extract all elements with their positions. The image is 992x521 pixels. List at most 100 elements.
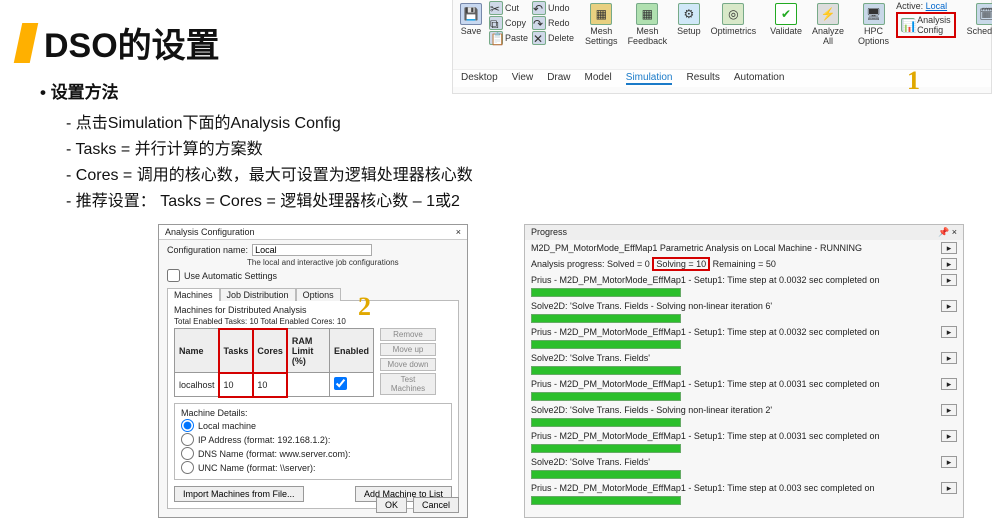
tab-job-dist[interactable]: Job Distribution — [220, 288, 296, 301]
progress-expand-button[interactable]: ▸ — [941, 482, 957, 494]
setup-icon: ⚙ — [678, 3, 700, 25]
progress-expand-button[interactable]: ▸ — [941, 352, 957, 364]
hpc-icon: 🖥 — [863, 3, 885, 25]
copy-button[interactable]: ⧉Copy — [489, 16, 528, 30]
analyze-icon: ⚡ — [817, 3, 839, 25]
mesh-feedback-icon: ▦ — [636, 3, 658, 25]
progress-text: M2D_PM_MotorMode_EffMap1 Parametric Anal… — [531, 243, 862, 253]
progress-bar — [531, 392, 681, 401]
movedown-button[interactable]: Move down — [380, 358, 436, 371]
progress-text: Prius - M2D_PM_MotorMode_EffMap1 - Setup… — [531, 275, 880, 285]
progress-item: Solve2D: 'Solve Trans. Fields' ▸ — [531, 352, 957, 375]
pin-icon[interactable]: 📌 — [938, 227, 949, 237]
paste-button[interactable]: 📋Paste — [489, 31, 528, 45]
tab-options[interactable]: Options — [296, 288, 341, 301]
tab-model[interactable]: Model — [585, 72, 612, 85]
progress-text: Solve2D: 'Solve Trans. Fields' — [531, 353, 650, 363]
cancel-button[interactable]: Cancel — [413, 497, 459, 513]
analyze-all-button[interactable]: ⚡AnalyzeAll — [809, 1, 847, 49]
analysis-config-icon: 📊 — [901, 18, 915, 32]
close-icon[interactable]: × — [952, 227, 957, 237]
solving-highlight: Solving = 10 — [652, 257, 710, 271]
mesh-settings-icon: ▦ — [590, 3, 612, 25]
progress-bar — [531, 470, 681, 479]
validate-button[interactable]: ✔Validate — [767, 1, 805, 39]
analysis-config-button[interactable]: 📊 Analysis Config — [896, 12, 956, 38]
title-text: DSO的设置 — [44, 18, 220, 67]
progress-bar — [531, 314, 681, 323]
progress-expand-button[interactable]: ▸ — [941, 430, 957, 442]
tab-results[interactable]: Results — [686, 72, 719, 85]
undo-button[interactable]: ↶Undo — [532, 1, 574, 15]
clipboard-group: ✂Cut ⧉Copy 📋Paste — [489, 1, 528, 45]
progress-expand-button[interactable]: ▸ — [941, 258, 957, 270]
optimetrics-icon: ◎ — [722, 3, 744, 25]
delete-button[interactable]: ✕Delete — [532, 31, 574, 45]
scheduler-icon: 🗓 — [976, 3, 992, 25]
moveup-button[interactable]: Move up — [380, 343, 436, 356]
progress-expand-button[interactable]: ▸ — [941, 456, 957, 468]
table-row[interactable]: localhost 10 10 — [175, 373, 374, 397]
save-button[interactable]: 💾 Save — [457, 1, 485, 39]
progress-item: Prius - M2D_PM_MotorMode_EffMap1 - Setup… — [531, 378, 957, 401]
ok-button[interactable]: OK — [376, 497, 407, 513]
tab-view[interactable]: View — [512, 72, 534, 85]
undo-icon: ↶ — [532, 1, 546, 15]
tab-simulation[interactable]: Simulation — [626, 72, 673, 85]
optimetrics-button[interactable]: ◎Optimetrics — [708, 1, 760, 39]
radio-local[interactable] — [181, 419, 194, 432]
tab-automation[interactable]: Automation — [734, 72, 785, 85]
progress-item: Solve2D: 'Solve Trans. Fields - Solving … — [531, 300, 957, 323]
progress-item: Prius - M2D_PM_MotorMode_EffMap1 - Setup… — [531, 482, 957, 505]
bullet-sub-1: Tasks = 并行计算的方案数 — [66, 135, 473, 159]
tab-draw[interactable]: Draw — [547, 72, 570, 85]
mesh-feedback-button[interactable]: ▦MeshFeedback — [625, 1, 671, 49]
use-auto-checkbox[interactable] — [167, 269, 180, 282]
bullet-sub-0: 点击Simulation下面的Analysis Config — [66, 109, 473, 133]
config-name-input[interactable] — [252, 244, 372, 256]
enabled-checkbox[interactable] — [334, 377, 347, 390]
progress-expand-button[interactable]: ▸ — [941, 404, 957, 416]
progress-text: Prius - M2D_PM_MotorMode_EffMap1 - Setup… — [531, 431, 880, 441]
progress-expand-button[interactable]: ▸ — [941, 378, 957, 390]
mesh-settings-button[interactable]: ▦MeshSettings — [582, 1, 621, 49]
totals-label: Total Enabled Tasks: 10 Total Enabled Co… — [174, 317, 452, 326]
cores-cell[interactable]: 10 — [253, 373, 288, 397]
scheduler-button[interactable]: 🗓Scheduler — [964, 1, 992, 39]
remove-button[interactable]: Remove — [380, 328, 436, 341]
machines-table[interactable]: Name Tasks Cores RAM Limit (%) Enabled l… — [174, 328, 374, 397]
hpc-options-button[interactable]: 🖥HPCOptions — [855, 1, 892, 49]
import-machines-button[interactable]: Import Machines from File... — [174, 486, 304, 502]
progress-text: Prius - M2D_PM_MotorMode_EffMap1 - Setup… — [531, 379, 880, 389]
radio-unc[interactable] — [181, 461, 194, 474]
progress-expand-button[interactable]: ▸ — [941, 274, 957, 286]
progress-bar — [531, 340, 681, 349]
redo-button[interactable]: ↷Redo — [532, 16, 574, 30]
progress-expand-button[interactable]: ▸ — [941, 326, 957, 338]
radio-ip[interactable] — [181, 433, 194, 446]
progress-text: Solve2D: 'Solve Trans. Fields - Solving … — [531, 405, 772, 415]
tab-desktop[interactable]: Desktop — [461, 72, 498, 85]
tab-machines[interactable]: Machines — [167, 288, 220, 301]
progress-expand-button[interactable]: ▸ — [941, 242, 957, 254]
progress-item: M2D_PM_MotorMode_EffMap1 Parametric Anal… — [531, 242, 957, 254]
progress-expand-button[interactable]: ▸ — [941, 300, 957, 312]
progress-bar — [531, 444, 681, 453]
radio-dns[interactable] — [181, 447, 194, 460]
progress-item: Solve2D: 'Solve Trans. Fields'▸ — [531, 456, 957, 479]
active-value[interactable]: Local — [926, 1, 948, 11]
setup-button[interactable]: ⚙Setup — [674, 1, 704, 39]
progress-item: Prius - M2D_PM_MotorMode_EffMap1 - Setup… — [531, 326, 957, 349]
test-machines-button[interactable]: Test Machines — [380, 373, 436, 395]
progress-text: Analysis progress: Solved = 0 Solving = … — [531, 257, 776, 271]
bullet-sub-3: 推荐设置： Tasks = Cores = 逻辑处理器核心数 – 1或2 — [66, 187, 473, 211]
bullet-section: 设置方法 点击Simulation下面的Analysis Config Task… — [40, 78, 473, 213]
redo-icon: ↷ — [532, 16, 546, 30]
close-icon[interactable]: × — [456, 227, 461, 237]
cut-button[interactable]: ✂Cut — [489, 1, 528, 15]
title-accent — [14, 23, 39, 63]
progress-bar — [531, 288, 681, 297]
tasks-cell[interactable]: 10 — [219, 373, 253, 397]
progress-item: Solve2D: 'Solve Trans. Fields - Solving … — [531, 404, 957, 427]
cut-icon: ✂ — [489, 1, 503, 15]
